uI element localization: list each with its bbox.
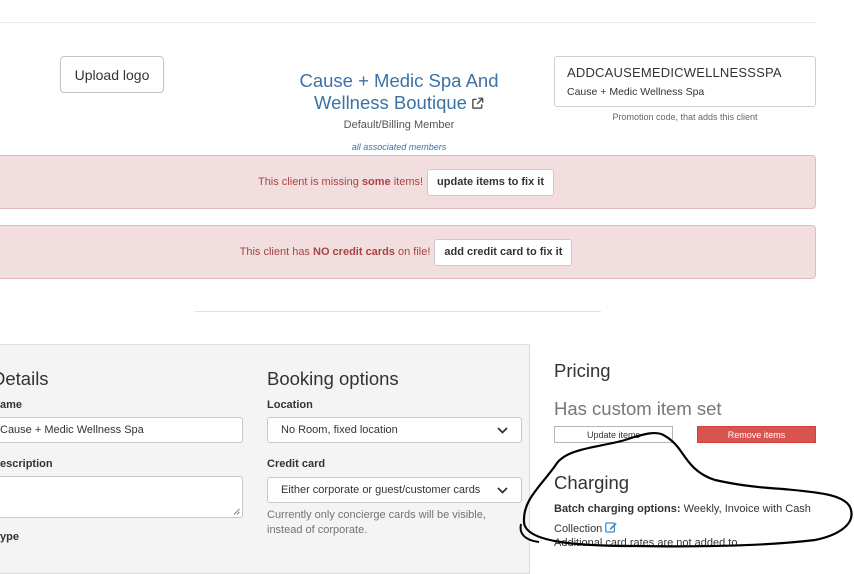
name-input[interactable]: Cause + Medic Wellness Spa [0,417,243,443]
missing-items-alert: This client is missing some items! updat… [0,155,816,209]
promotion-code: ADDCAUSEMEDICWELLNESSSPA [567,65,782,80]
resize-handle-icon[interactable] [233,508,240,515]
upload-logo-button[interactable]: Upload logo [60,56,164,93]
chevron-down-icon [497,426,508,434]
name-label: ame [0,399,23,411]
custom-item-set-label: Has custom item set [554,398,722,419]
details-panel [0,344,530,574]
credit-card-helper: Currently only concierge cards will be v… [267,509,486,536]
remove-items-button[interactable]: Remove items [697,426,816,443]
section-divider [195,311,601,312]
client-name-link[interactable]: Cause + Medic Spa And Wellness Boutique [270,70,528,114]
details-title: Details [0,368,49,389]
credit-card-select[interactable]: Either corporate or guest/customer cards [267,477,522,503]
pricing-title: Pricing [554,360,611,381]
alert-text: This client is missing some items! [257,176,424,188]
location-value: No Room, fixed location [281,424,398,436]
no-credit-cards-alert: This client has NO credit cards on file!… [0,225,816,279]
charging-title: Charging [554,472,630,493]
promotion-code-box: ADDCAUSEMEDICWELLNESSSPA Cause + Medic W… [554,56,816,107]
add-credit-card-button[interactable]: add credit card to fix it [434,238,573,266]
chevron-down-icon [497,486,508,494]
promotion-caption: Promotion code, that adds this client [612,112,758,122]
location-label: Location [267,399,313,411]
type-label: ype [0,531,19,543]
credit-card-value: Either corporate or guest/customer cards [281,484,481,496]
batch-charging-options: Batch charging options: Weekly, Invoice … [554,499,830,539]
credit-card-label: Credit card [267,458,326,470]
top-divider [0,22,816,23]
batch-label: Batch charging options: [554,503,681,515]
edit-icon[interactable] [605,521,618,533]
description-label: escription [0,458,53,470]
description-textarea[interactable] [0,476,243,518]
alert-text: This client has NO credit cards on file! [239,246,431,258]
update-items-fix-button[interactable]: update items to fix it [427,168,555,196]
update-items-button[interactable]: Update items [554,426,673,443]
promotion-client: Cause + Medic Wellness Spa [567,86,705,98]
client-name-text[interactable]: Cause + Medic Spa And Wellness Boutique [299,70,498,113]
associated-members-link[interactable]: all associated members [270,142,528,152]
member-role-label: Default/Billing Member [343,119,455,131]
location-select[interactable]: No Room, fixed location [267,417,522,443]
booking-options-title: Booking options [267,368,399,389]
additional-card-rates-text: Additional card rates are not added to [554,537,738,549]
external-link-icon[interactable] [471,97,484,110]
